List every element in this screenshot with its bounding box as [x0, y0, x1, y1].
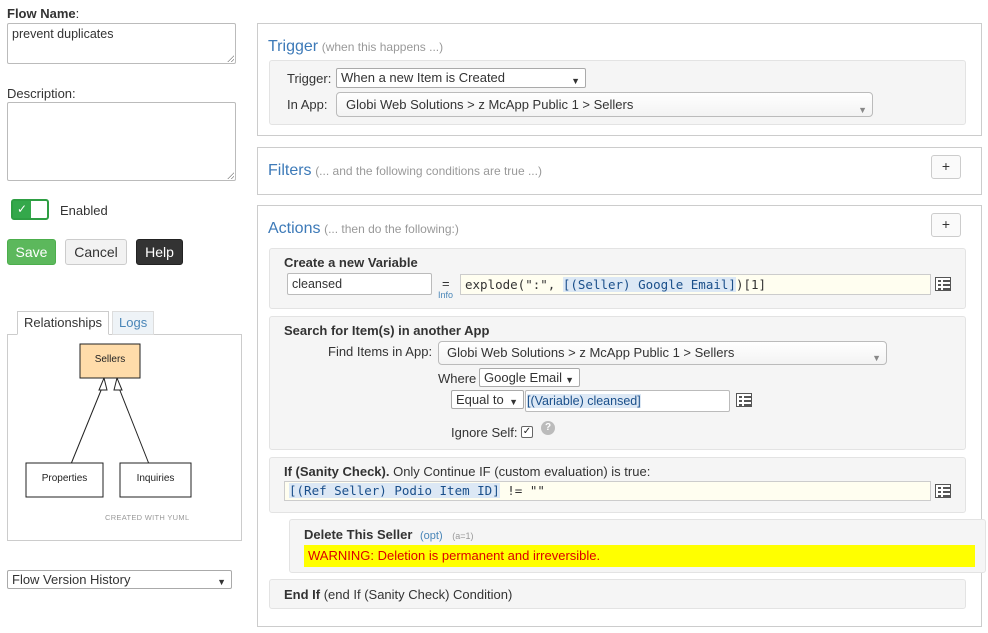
version-history-value: Flow Version History	[12, 572, 131, 587]
search-heading: Search for Item(s) in another App	[284, 323, 490, 338]
create-variable-heading: Create a new Variable	[284, 255, 418, 270]
variable-token: [(Variable) cleansed]	[527, 394, 641, 408]
version-history-select[interactable]: Flow Version History ▼	[7, 570, 232, 589]
node-properties-label: Properties	[41, 473, 88, 484]
trigger-type-label: Trigger:	[287, 71, 332, 86]
checkmark-icon: ✓	[522, 426, 532, 437]
chevron-down-icon: ▼	[872, 353, 881, 363]
variable-name-value: cleansed	[292, 277, 343, 291]
description-label: Description:	[7, 86, 76, 101]
trigger-subtitle: (when this happens ...)	[321, 40, 444, 54]
operator-select[interactable]: Equal to ▼	[451, 390, 524, 409]
where-field-value: Google Email	[484, 370, 563, 385]
calculator-icon[interactable]	[935, 277, 951, 291]
trigger-type-value: When a new Item is Created	[341, 70, 506, 85]
equals-sign: =	[442, 276, 450, 291]
find-items-label: Find Items in App:	[328, 344, 433, 359]
end-if-bold: End If	[284, 587, 321, 602]
chevron-down-icon: ▼	[217, 576, 226, 587]
flow-name-label-text: Flow Name	[7, 6, 76, 21]
enabled-toggle[interactable]: ✓	[11, 199, 49, 220]
end-if-label: End If (end If (Sanity Check) Condition)	[284, 587, 512, 602]
trigger-type-select[interactable]: When a new Item is Created ▼	[336, 68, 586, 88]
tab-relationships[interactable]: Relationships	[17, 311, 109, 335]
field-token: [(Seller) Google Email]	[562, 277, 736, 292]
delete-warning: WARNING: Deletion is permanent and irrev…	[304, 545, 975, 567]
actions-title: Actions	[268, 220, 321, 237]
delete-meta: (a=1)	[452, 531, 474, 541]
delete-heading: Delete This Seller (opt) (a=1)	[304, 527, 474, 542]
relationship-diagram	[25, 343, 192, 498]
search-value-input[interactable]: [(Variable) cleansed]	[525, 390, 730, 412]
if-heading: If (Sanity Check). Only Continue IF (cus…	[284, 464, 650, 479]
expr-text: )[1]	[735, 277, 767, 292]
edge-inquiries-sellers	[113, 376, 150, 465]
node-sellers-label: Sellers	[94, 354, 126, 365]
trigger-title: Trigger	[268, 38, 319, 55]
ignore-self-label: Ignore Self:	[451, 425, 518, 440]
chevron-down-icon: ▼	[571, 76, 580, 86]
trigger-app-select[interactable]: Globi Web Solutions > z McApp Public 1 >…	[336, 92, 873, 117]
find-items-app-select[interactable]: Globi Web Solutions > z McApp Public 1 >…	[438, 341, 887, 365]
flow-name-field[interactable]: prevent duplicates	[7, 23, 236, 64]
filters-title: Filters	[268, 162, 312, 179]
info-link[interactable]: Info	[438, 290, 453, 300]
cancel-button[interactable]: Cancel	[65, 239, 127, 265]
flow-name-value: prevent duplicates	[12, 27, 114, 41]
add-action-button[interactable]: +	[931, 213, 961, 237]
add-filter-button[interactable]: +	[931, 155, 961, 179]
chevron-down-icon: ▼	[509, 396, 518, 407]
trigger-app-label: In App:	[287, 97, 328, 112]
edge-properties-sellers	[70, 376, 108, 465]
checkmark-icon: ✓	[13, 201, 31, 218]
end-if-rest: (end If (Sanity Check) Condition)	[320, 587, 513, 602]
calculator-icon[interactable]	[935, 484, 951, 498]
flow-name-label: Flow Name:	[7, 6, 79, 21]
filters-heading: Filters (... and the following condition…	[268, 162, 542, 180]
flow-name-colon: :	[75, 6, 80, 21]
help-icon[interactable]: ?	[541, 421, 555, 435]
if-heading-rest: Only Continue IF (custom evaluation) is …	[389, 464, 651, 479]
find-items-app-value: Globi Web Solutions > z McApp Public 1 >…	[447, 345, 735, 360]
resize-handle-icon[interactable]	[227, 172, 234, 179]
delete-heading-text: Delete This Seller	[304, 527, 413, 542]
yuml-credit: CREATED WITH YUML	[105, 513, 190, 522]
resize-handle-icon[interactable]	[227, 55, 234, 62]
chevron-down-icon: ▼	[858, 104, 867, 115]
actions-heading: Actions (... then do the following:)	[268, 220, 459, 238]
if-expression-input[interactable]: [(Ref Seller) Podio Item ID] != ""	[284, 481, 931, 501]
calculator-icon[interactable]	[736, 393, 752, 407]
if-heading-bold: If (Sanity Check).	[284, 464, 390, 479]
field-token: [(Ref Seller) Podio Item ID]	[289, 483, 500, 498]
operator-value: Equal to	[456, 392, 504, 407]
description-field[interactable]	[7, 102, 236, 181]
where-label: Where	[438, 371, 477, 386]
where-field-select[interactable]: Google Email ▼	[479, 368, 580, 387]
save-button[interactable]: Save	[7, 239, 56, 265]
variable-name-input[interactable]: cleansed	[287, 273, 432, 295]
expr-text: explode(":",	[465, 277, 563, 292]
trigger-heading: Trigger (when this happens ...)	[268, 38, 443, 56]
chevron-down-icon: ▼	[565, 374, 574, 385]
enabled-label: Enabled	[60, 203, 108, 218]
expr-text: != ""	[499, 483, 545, 498]
trigger-app-value: Globi Web Solutions > z McApp Public 1 >…	[346, 97, 634, 112]
node-inquiries-label: Inquiries	[136, 473, 175, 484]
ignore-self-checkbox[interactable]: ✓	[521, 426, 533, 438]
help-button[interactable]: Help	[136, 239, 183, 265]
filters-subtitle: (... and the following conditions are tr…	[315, 164, 542, 178]
tab-logs[interactable]: Logs	[112, 311, 154, 335]
actions-subtitle: (... then do the following:)	[324, 222, 459, 236]
opt-link[interactable]: (opt)	[420, 530, 443, 542]
variable-expression-input[interactable]: explode(":", [(Seller) Google Email])[1]	[460, 274, 931, 295]
